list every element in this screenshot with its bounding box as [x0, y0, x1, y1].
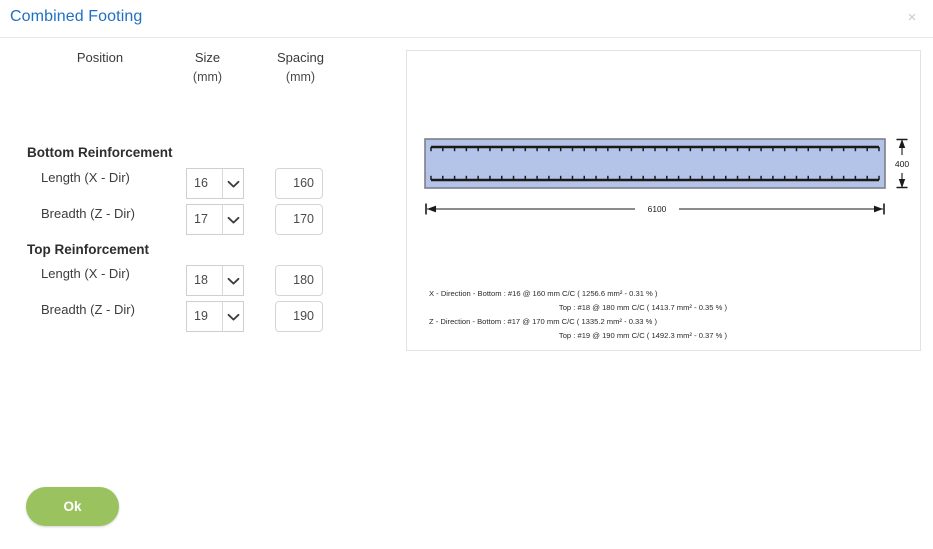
row-label-top-length: Length (X - Dir) [41, 266, 130, 281]
footing-section-drawing: 6100 400 X - Direction - Bottom : #16 @ … [424, 138, 910, 340]
spacing-input-top-length[interactable]: 180 [275, 265, 323, 296]
spacing-input-top-breadth[interactable]: 190 [275, 301, 323, 332]
column-header-spacing-unit: (mm) [285, 70, 316, 84]
size-select-top-length[interactable]: 18 [186, 265, 244, 296]
size-select-bottom-length-value: 16 [194, 176, 208, 190]
spacing-input-bottom-length[interactable]: 160 [275, 168, 323, 199]
size-select-top-length-value: 18 [194, 273, 208, 287]
size-select-bottom-breadth-value: 17 [194, 212, 208, 226]
dimension-depth: 400 [895, 138, 910, 189]
page-title: Combined Footing [10, 8, 143, 25]
column-header-spacing-label: Spacing [277, 50, 324, 65]
size-select-bottom-length[interactable]: 16 [186, 168, 244, 199]
spacing-input-top-breadth-value: 190 [293, 309, 314, 323]
column-header-spacing: Spacing (mm) [258, 50, 343, 84]
chevron-down-icon[interactable] [222, 169, 243, 198]
reinforcement-annotations: X - Direction - Bottom : #16 @ 160 mm C/… [429, 289, 727, 340]
spacing-input-bottom-breadth[interactable]: 170 [275, 204, 323, 235]
dimension-length-label: 6100 [648, 204, 667, 214]
row-label-bottom-length: Length (X - Dir) [41, 170, 130, 185]
chevron-down-icon[interactable] [222, 302, 243, 331]
size-select-bottom-breadth[interactable]: 17 [186, 204, 244, 235]
dimension-length: 6100 [425, 203, 885, 215]
dimension-depth-label: 400 [895, 159, 910, 169]
chevron-down-icon[interactable] [222, 266, 243, 295]
ok-button[interactable]: Ok [26, 487, 119, 526]
section-title-bottom-reinforcement: Bottom Reinforcement [27, 145, 173, 160]
spacing-input-top-length-value: 180 [293, 273, 314, 287]
footing-diagram-panel: 6100 400 X - Direction - Bottom : #16 @ … [406, 50, 921, 351]
close-icon[interactable]: × [899, 6, 925, 30]
spacing-input-bottom-breadth-value: 170 [293, 212, 314, 226]
ok-button-label: Ok [63, 499, 82, 514]
row-label-top-breadth: Breadth (Z - Dir) [41, 302, 135, 317]
column-header-position-label: Position [76, 50, 124, 65]
spacing-input-bottom-length-value: 160 [293, 176, 314, 190]
annotation-line-z-bottom: Z - Direction - Bottom : #17 @ 170 mm C/… [429, 317, 657, 326]
chevron-down-icon[interactable] [222, 205, 243, 234]
column-header-size-label: Size [194, 50, 221, 65]
annotation-line-x-bottom: X - Direction - Bottom : #16 @ 160 mm C/… [429, 289, 658, 298]
annotation-line-z-top: Top : #19 @ 190 mm C/C ( 1492.3 mm² - 0.… [559, 331, 728, 340]
size-select-top-breadth[interactable]: 19 [186, 301, 244, 332]
size-select-top-breadth-value: 19 [194, 309, 208, 323]
annotation-line-x-top: Top : #18 @ 180 mm C/C ( 1413.7 mm² - 0.… [559, 303, 728, 312]
reinforcement-form: Position Size (mm) Spacing (mm) Bottom R… [0, 44, 390, 344]
column-header-size: Size (mm) [165, 50, 250, 84]
column-header-size-unit: (mm) [192, 70, 223, 84]
column-header-position: Position [40, 50, 160, 65]
section-title-top-reinforcement: Top Reinforcement [27, 242, 150, 257]
row-label-bottom-breadth: Breadth (Z - Dir) [41, 206, 135, 221]
dialog-header: Combined Footing × [0, 0, 933, 38]
